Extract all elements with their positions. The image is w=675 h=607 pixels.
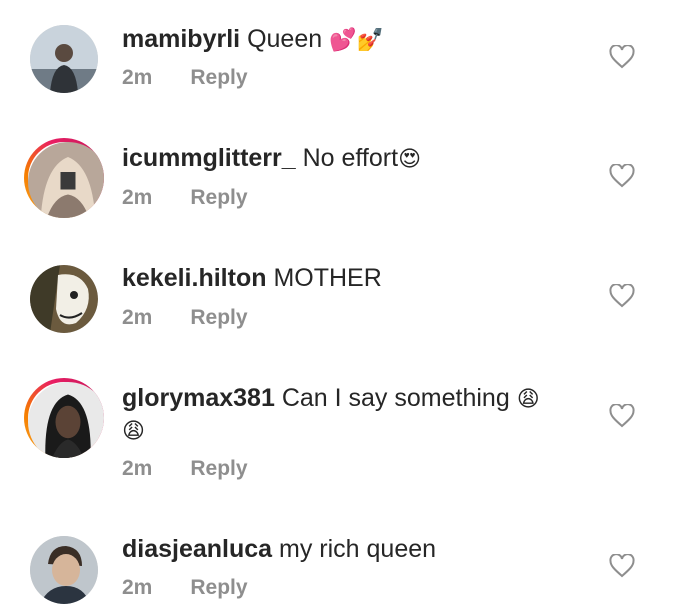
comment-username[interactable]: kekeli.hilton: [122, 264, 266, 292]
avatar[interactable]: [24, 378, 104, 458]
reply-button[interactable]: Reply: [190, 306, 247, 329]
avatar[interactable]: [30, 25, 98, 93]
avatar-image: [30, 25, 98, 93]
heart-outline-icon[interactable]: [609, 164, 635, 188]
heart-outline-icon[interactable]: [609, 45, 635, 69]
comment-emoji-line2: 😩: [122, 419, 145, 444]
comment-username[interactable]: mamibyrli: [122, 25, 240, 53]
comment-text: kekeli.hilton MOTHER: [122, 263, 582, 294]
comment-body: No effort: [302, 144, 399, 172]
heart-outline-icon[interactable]: [609, 404, 635, 428]
comment-timestamp: 2m: [122, 457, 153, 480]
comment-meta: 2m Reply: [122, 186, 248, 210]
comment-body: my rich queen: [279, 535, 437, 563]
comment-meta: 2m Reply: [122, 457, 248, 481]
comment-timestamp: 2m: [122, 306, 153, 329]
comment-username[interactable]: icummglitterr_: [122, 144, 296, 172]
avatar-image: [30, 265, 98, 333]
comment-timestamp: 2m: [122, 186, 153, 209]
comment-text: glorymax381 Can I say something 😩 😩: [122, 383, 582, 447]
avatar[interactable]: [30, 536, 98, 604]
comment-username[interactable]: diasjeanluca: [122, 535, 272, 563]
heart-outline-icon[interactable]: [609, 554, 635, 578]
reply-button[interactable]: Reply: [190, 457, 247, 480]
reply-button[interactable]: Reply: [190, 576, 247, 599]
comment-body: MOTHER: [273, 264, 382, 292]
comment-meta: 2m Reply: [122, 576, 248, 600]
comment-emoji: 😍: [398, 147, 421, 172]
avatar[interactable]: [24, 138, 104, 218]
reply-button[interactable]: Reply: [190, 66, 247, 89]
comment-text: diasjeanluca my rich queen: [122, 534, 582, 565]
avatar-image: [28, 142, 104, 218]
comment-body: Can I say something: [281, 384, 510, 412]
avatar-image: [30, 536, 98, 604]
comment-username[interactable]: glorymax381: [122, 384, 275, 412]
heart-outline-icon[interactable]: [609, 284, 635, 308]
comment-emoji: 😩: [516, 387, 540, 412]
comment-meta: 2m Reply: [122, 306, 248, 330]
comment-meta: 2m Reply: [122, 66, 248, 90]
comment-body: Queen: [247, 25, 323, 53]
comment-text: icummglitterr_ No effort😍: [122, 143, 582, 175]
comment-text: mamibyrli Queen 💕💅: [122, 24, 582, 56]
reply-button[interactable]: Reply: [190, 186, 247, 209]
avatar-image: [28, 382, 104, 458]
comment-timestamp: 2m: [122, 576, 153, 599]
comment-timestamp: 2m: [122, 66, 153, 89]
avatar[interactable]: [30, 265, 98, 333]
comment-emoji: 💕💅: [329, 28, 384, 53]
